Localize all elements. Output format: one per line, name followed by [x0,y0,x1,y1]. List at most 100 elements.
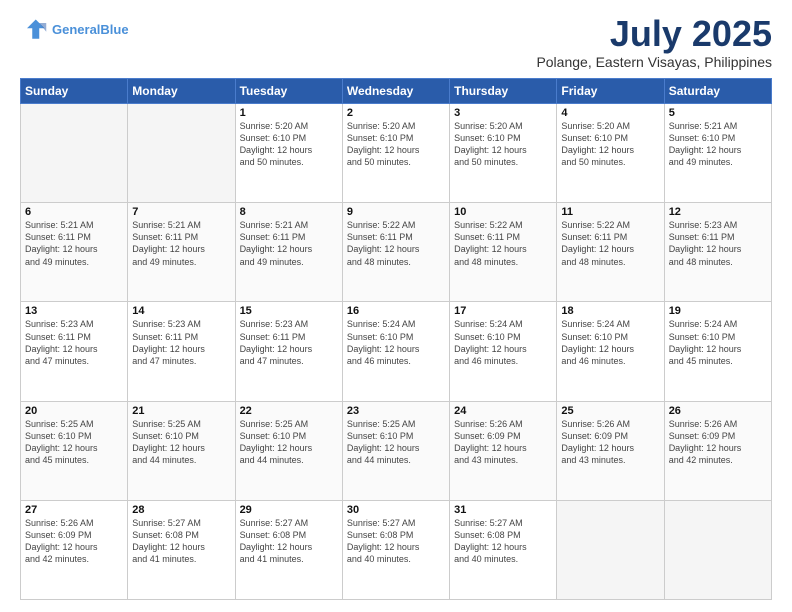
calendar-cell: 17Sunrise: 5:24 AM Sunset: 6:10 PM Dayli… [450,302,557,401]
logo-general: General [52,22,100,37]
day-info: Sunrise: 5:21 AM Sunset: 6:11 PM Dayligh… [132,219,230,268]
calendar-cell: 29Sunrise: 5:27 AM Sunset: 6:08 PM Dayli… [235,500,342,599]
day-info: Sunrise: 5:27 AM Sunset: 6:08 PM Dayligh… [132,517,230,566]
day-number: 3 [454,107,552,119]
calendar-cell: 9Sunrise: 5:22 AM Sunset: 6:11 PM Daylig… [342,203,449,302]
calendar-cell: 25Sunrise: 5:26 AM Sunset: 6:09 PM Dayli… [557,401,664,500]
day-number: 23 [347,405,445,417]
day-header-friday: Friday [557,79,664,104]
day-info: Sunrise: 5:21 AM Sunset: 6:11 PM Dayligh… [240,219,338,268]
subtitle: Polange, Eastern Visayas, Philippines [536,54,772,70]
day-number: 25 [561,405,659,417]
day-number: 2 [347,107,445,119]
day-number: 13 [25,305,123,317]
day-info: Sunrise: 5:25 AM Sunset: 6:10 PM Dayligh… [347,418,445,467]
day-info: Sunrise: 5:24 AM Sunset: 6:10 PM Dayligh… [561,318,659,367]
day-number: 5 [669,107,767,119]
day-info: Sunrise: 5:27 AM Sunset: 6:08 PM Dayligh… [347,517,445,566]
calendar-cell: 13Sunrise: 5:23 AM Sunset: 6:11 PM Dayli… [21,302,128,401]
calendar-cell: 8Sunrise: 5:21 AM Sunset: 6:11 PM Daylig… [235,203,342,302]
calendar-table: SundayMondayTuesdayWednesdayThursdayFrid… [20,78,772,600]
day-info: Sunrise: 5:25 AM Sunset: 6:10 PM Dayligh… [25,418,123,467]
day-info: Sunrise: 5:20 AM Sunset: 6:10 PM Dayligh… [240,120,338,169]
day-info: Sunrise: 5:20 AM Sunset: 6:10 PM Dayligh… [561,120,659,169]
day-info: Sunrise: 5:24 AM Sunset: 6:10 PM Dayligh… [669,318,767,367]
day-info: Sunrise: 5:25 AM Sunset: 6:10 PM Dayligh… [132,418,230,467]
calendar-cell: 15Sunrise: 5:23 AM Sunset: 6:11 PM Dayli… [235,302,342,401]
day-number: 8 [240,206,338,218]
day-header-tuesday: Tuesday [235,79,342,104]
day-header-wednesday: Wednesday [342,79,449,104]
page: GeneralBlue July 2025 Polange, Eastern V… [0,0,792,612]
day-info: Sunrise: 5:26 AM Sunset: 6:09 PM Dayligh… [561,418,659,467]
day-info: Sunrise: 5:27 AM Sunset: 6:08 PM Dayligh… [454,517,552,566]
calendar-cell: 18Sunrise: 5:24 AM Sunset: 6:10 PM Dayli… [557,302,664,401]
day-info: Sunrise: 5:21 AM Sunset: 6:11 PM Dayligh… [25,219,123,268]
calendar-cell: 12Sunrise: 5:23 AM Sunset: 6:11 PM Dayli… [664,203,771,302]
week-row-4: 27Sunrise: 5:26 AM Sunset: 6:09 PM Dayli… [21,500,772,599]
day-info: Sunrise: 5:27 AM Sunset: 6:08 PM Dayligh… [240,517,338,566]
calendar-cell: 10Sunrise: 5:22 AM Sunset: 6:11 PM Dayli… [450,203,557,302]
day-number: 17 [454,305,552,317]
day-info: Sunrise: 5:25 AM Sunset: 6:10 PM Dayligh… [240,418,338,467]
day-number: 18 [561,305,659,317]
logo-text: GeneralBlue [52,23,129,37]
calendar-cell: 31Sunrise: 5:27 AM Sunset: 6:08 PM Dayli… [450,500,557,599]
day-number: 1 [240,107,338,119]
day-number: 22 [240,405,338,417]
day-info: Sunrise: 5:23 AM Sunset: 6:11 PM Dayligh… [25,318,123,367]
calendar-cell [664,500,771,599]
calendar-cell: 27Sunrise: 5:26 AM Sunset: 6:09 PM Dayli… [21,500,128,599]
day-info: Sunrise: 5:22 AM Sunset: 6:11 PM Dayligh… [561,219,659,268]
day-info: Sunrise: 5:22 AM Sunset: 6:11 PM Dayligh… [347,219,445,268]
calendar-cell: 4Sunrise: 5:20 AM Sunset: 6:10 PM Daylig… [557,104,664,203]
calendar-cell: 14Sunrise: 5:23 AM Sunset: 6:11 PM Dayli… [128,302,235,401]
day-info: Sunrise: 5:24 AM Sunset: 6:10 PM Dayligh… [347,318,445,367]
day-number: 6 [25,206,123,218]
day-number: 12 [669,206,767,218]
title-section: July 2025 Polange, Eastern Visayas, Phil… [536,16,772,70]
calendar-cell: 24Sunrise: 5:26 AM Sunset: 6:09 PM Dayli… [450,401,557,500]
calendar-cell: 6Sunrise: 5:21 AM Sunset: 6:11 PM Daylig… [21,203,128,302]
calendar-cell: 11Sunrise: 5:22 AM Sunset: 6:11 PM Dayli… [557,203,664,302]
day-info: Sunrise: 5:23 AM Sunset: 6:11 PM Dayligh… [240,318,338,367]
day-info: Sunrise: 5:24 AM Sunset: 6:10 PM Dayligh… [454,318,552,367]
week-row-3: 20Sunrise: 5:25 AM Sunset: 6:10 PM Dayli… [21,401,772,500]
day-number: 7 [132,206,230,218]
day-number: 21 [132,405,230,417]
day-number: 20 [25,405,123,417]
calendar-cell [557,500,664,599]
header: GeneralBlue July 2025 Polange, Eastern V… [20,16,772,70]
calendar-cell: 26Sunrise: 5:26 AM Sunset: 6:09 PM Dayli… [664,401,771,500]
calendar-cell: 16Sunrise: 5:24 AM Sunset: 6:10 PM Dayli… [342,302,449,401]
day-info: Sunrise: 5:21 AM Sunset: 6:10 PM Dayligh… [669,120,767,169]
calendar-cell [128,104,235,203]
calendar-cell: 30Sunrise: 5:27 AM Sunset: 6:08 PM Dayli… [342,500,449,599]
day-info: Sunrise: 5:20 AM Sunset: 6:10 PM Dayligh… [347,120,445,169]
week-row-0: 1Sunrise: 5:20 AM Sunset: 6:10 PM Daylig… [21,104,772,203]
day-number: 26 [669,405,767,417]
day-number: 31 [454,504,552,516]
day-info: Sunrise: 5:26 AM Sunset: 6:09 PM Dayligh… [454,418,552,467]
main-title: July 2025 [536,16,772,52]
week-row-2: 13Sunrise: 5:23 AM Sunset: 6:11 PM Dayli… [21,302,772,401]
day-header-sunday: Sunday [21,79,128,104]
week-row-1: 6Sunrise: 5:21 AM Sunset: 6:11 PM Daylig… [21,203,772,302]
day-number: 15 [240,305,338,317]
logo-icon [20,16,48,44]
day-header-saturday: Saturday [664,79,771,104]
calendar-cell: 21Sunrise: 5:25 AM Sunset: 6:10 PM Dayli… [128,401,235,500]
calendar-cell: 19Sunrise: 5:24 AM Sunset: 6:10 PM Dayli… [664,302,771,401]
calendar-cell: 7Sunrise: 5:21 AM Sunset: 6:11 PM Daylig… [128,203,235,302]
day-info: Sunrise: 5:22 AM Sunset: 6:11 PM Dayligh… [454,219,552,268]
day-number: 10 [454,206,552,218]
calendar-cell: 22Sunrise: 5:25 AM Sunset: 6:10 PM Dayli… [235,401,342,500]
calendar-cell [21,104,128,203]
logo-blue: Blue [100,22,128,37]
day-header-monday: Monday [128,79,235,104]
day-info: Sunrise: 5:23 AM Sunset: 6:11 PM Dayligh… [132,318,230,367]
day-number: 28 [132,504,230,516]
calendar-cell: 20Sunrise: 5:25 AM Sunset: 6:10 PM Dayli… [21,401,128,500]
day-number: 16 [347,305,445,317]
day-number: 11 [561,206,659,218]
